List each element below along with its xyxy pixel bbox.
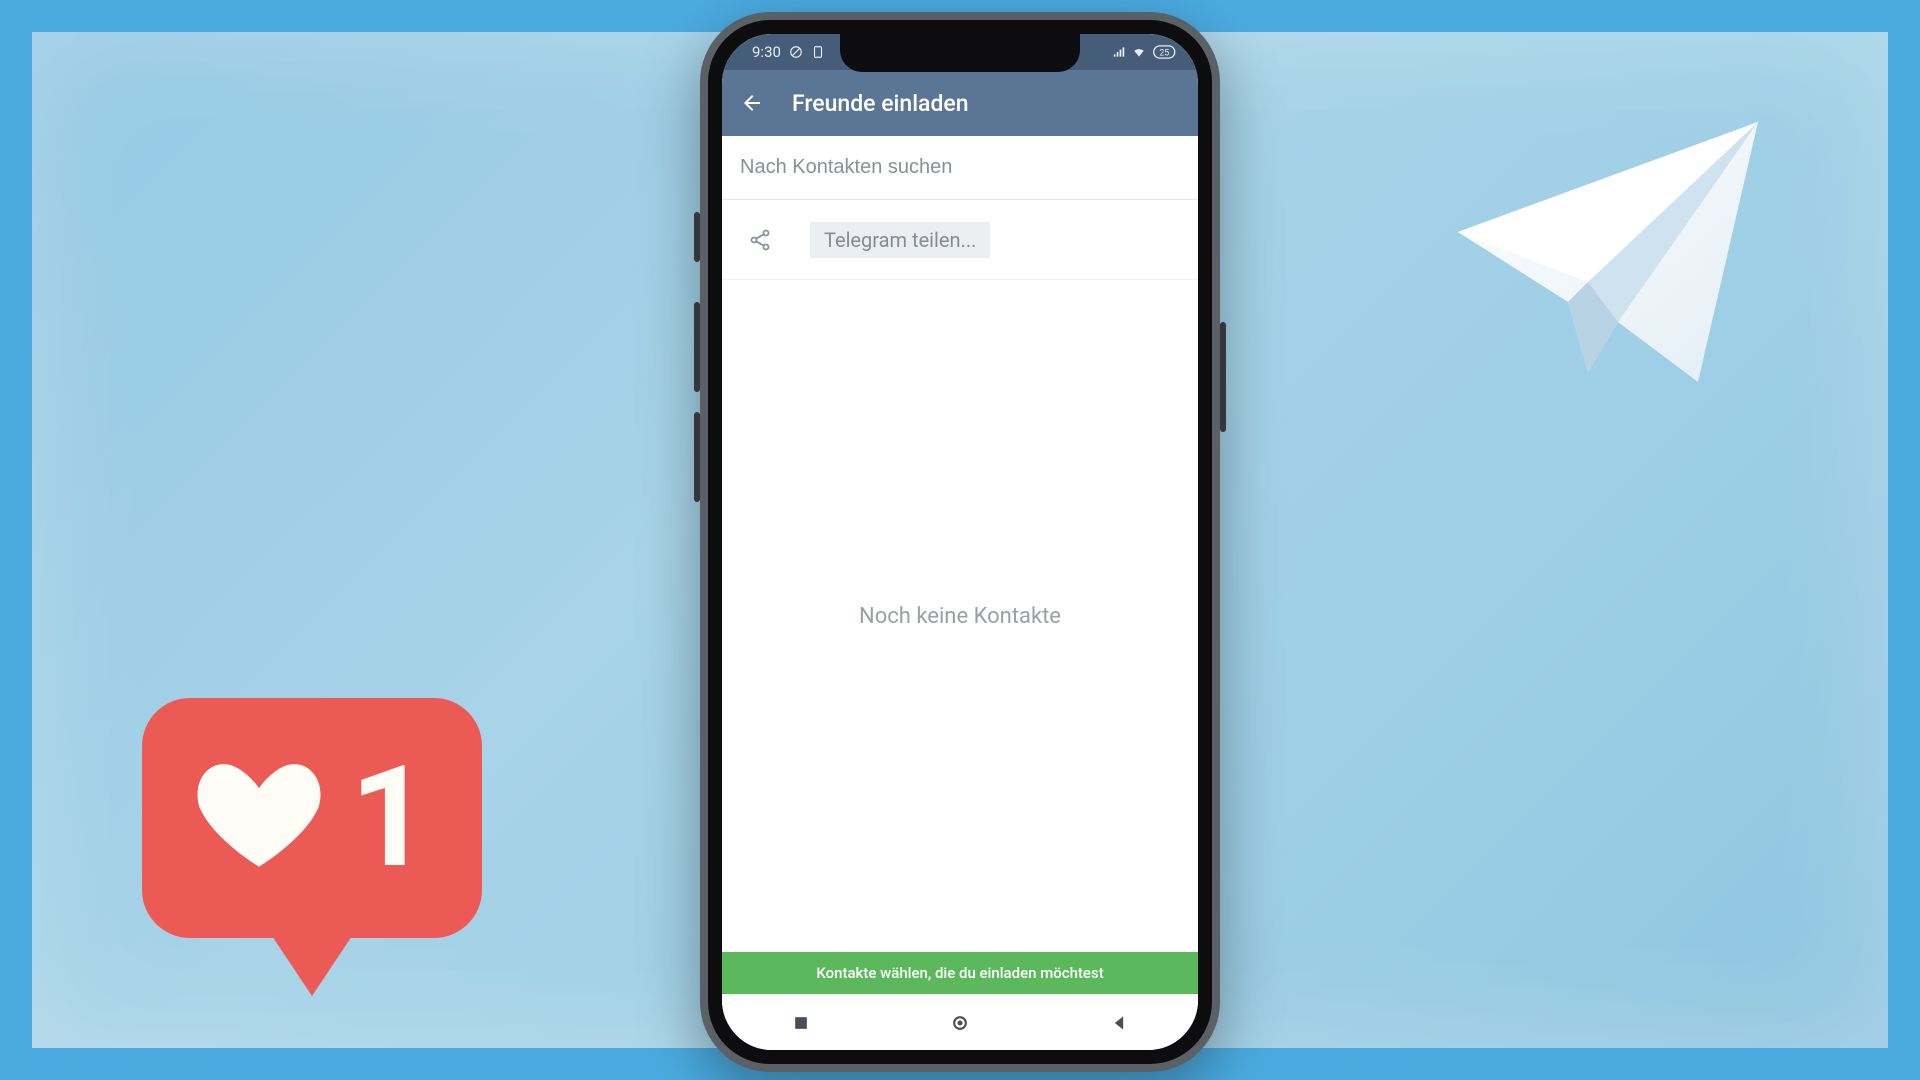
phone-notch (840, 34, 1080, 72)
like-count: 1 (350, 748, 430, 888)
search-input[interactable] (740, 156, 1180, 179)
share-icon (748, 228, 772, 252)
like-notification-bubble: 1 (142, 698, 482, 998)
page-title: Freunde einladen (792, 90, 969, 117)
status-time: 9:30 (752, 43, 781, 61)
share-telegram-label: Telegram teilen... (824, 228, 976, 252)
home-icon[interactable] (950, 1013, 970, 1033)
phone-mockup: 9:30 25 Freunde einladen (700, 12, 1220, 1072)
back-icon[interactable] (1109, 1013, 1129, 1033)
back-arrow-icon[interactable] (740, 91, 764, 115)
search-bar (722, 136, 1198, 200)
app-screen: 9:30 25 Freunde einladen (722, 34, 1198, 1050)
empty-state-text: Noch keine Kontakte (859, 604, 1061, 629)
battery-icon: 25 (1152, 45, 1180, 59)
recent-apps-icon[interactable] (791, 1013, 811, 1033)
empty-state: Noch keine Kontakte (722, 280, 1198, 952)
wifi-icon (1132, 45, 1146, 59)
app-bar: Freunde einladen (722, 70, 1198, 136)
svg-text:25: 25 (1159, 49, 1169, 59)
background-canvas: 1 9:30 (32, 32, 1888, 1048)
android-nav-bar (722, 994, 1198, 1050)
telegram-plane-icon (1438, 92, 1778, 392)
signal-icon (1112, 45, 1126, 59)
sim-icon (811, 45, 825, 59)
invite-banner-text: Kontakte wählen, die du einladen möchtes… (816, 964, 1103, 982)
heart-icon (194, 753, 324, 883)
invite-banner[interactable]: Kontakte wählen, die du einladen möchtes… (722, 952, 1198, 994)
do-not-disturb-icon (789, 45, 803, 59)
share-telegram-row[interactable]: Telegram teilen... (722, 200, 1198, 280)
